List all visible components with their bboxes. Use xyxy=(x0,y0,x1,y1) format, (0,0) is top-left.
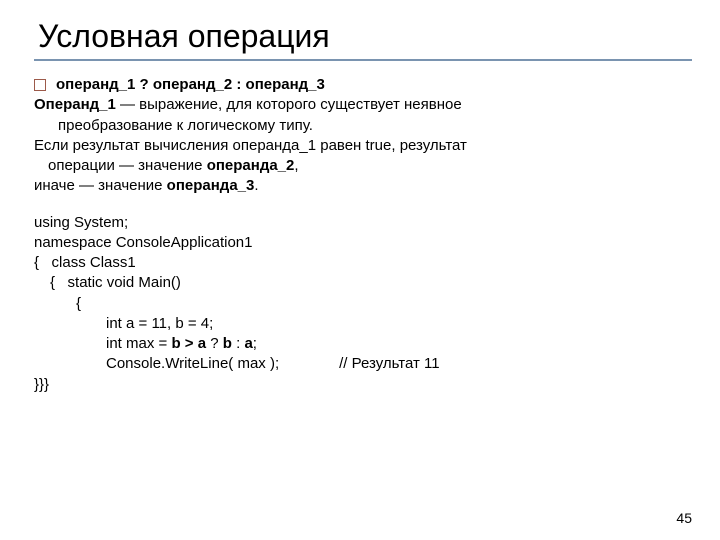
code-l3: { class Class1 xyxy=(34,253,692,273)
desc-5b: операнда_3 xyxy=(167,177,255,194)
code-l4: { static void Main() xyxy=(34,273,692,293)
desc-line-1: Операнд_1 — выражение, для которого суще… xyxy=(34,95,692,115)
code-l4a: { xyxy=(50,274,55,291)
title-underline xyxy=(34,59,692,61)
question-mark: ? xyxy=(135,76,153,93)
c8a: Console.WriteLine( max ); xyxy=(106,355,279,372)
desc-line-3: Если результат вычисления операнда_1 рав… xyxy=(34,136,692,156)
code-l8: Console.WriteLine( max ); // Результат 11 xyxy=(34,354,692,374)
colon-sep: : xyxy=(232,76,245,93)
c7d: b xyxy=(223,335,232,352)
desc-line-2: преобразование к логическому типу. xyxy=(58,116,692,136)
desc-1b: — выражение, для которого существует нея… xyxy=(116,96,462,113)
code-l2: namespace ConsoleApplication1 xyxy=(34,233,692,253)
syntax-line: операнд_1 ? операнд_2 : операнд_3 xyxy=(34,75,692,95)
code-l1: using System; xyxy=(34,213,692,233)
c7a: int max = xyxy=(106,335,171,352)
desc-5c: . xyxy=(254,177,258,194)
code-l4b: static void Main() xyxy=(68,274,181,291)
c7c: ? xyxy=(206,335,223,352)
code-l7: int max = b > a ? b : a; xyxy=(34,334,692,354)
operand-3: операнд_3 xyxy=(246,76,325,93)
code-l5: { xyxy=(34,294,692,314)
code-l6: int a = 11, b = 4; xyxy=(34,314,692,334)
c7b: b > a xyxy=(171,335,206,352)
desc-line-4: операции — значение операнда_2, xyxy=(34,156,692,176)
c8b: // Результат 11 xyxy=(339,355,439,372)
syntax-text: операнд_1 ? операнд_2 : операнд_3 xyxy=(56,75,325,95)
desc-op1: Операнд_1 xyxy=(34,96,116,113)
desc-5a: иначе — значение xyxy=(34,177,167,194)
slide: Условная операция операнд_1 ? операнд_2 … xyxy=(0,0,720,540)
c7g: ; xyxy=(253,335,257,352)
page-number: 45 xyxy=(676,510,692,526)
code-block: using System; namespace ConsoleApplicati… xyxy=(34,213,692,395)
c7f: a xyxy=(244,335,252,352)
code-l3a: { xyxy=(34,254,39,271)
desc-4b: операнда_2 xyxy=(207,157,295,174)
operand-1: операнд_1 xyxy=(56,76,135,93)
slide-title: Условная операция xyxy=(28,18,692,55)
desc-4c: , xyxy=(294,157,298,174)
square-bullet-icon xyxy=(34,79,46,91)
operand-2: операнд_2 xyxy=(153,76,232,93)
code-l3b: class Class1 xyxy=(52,254,136,271)
content-area: операнд_1 ? операнд_2 : операнд_3 Операн… xyxy=(28,75,692,395)
desc-4a: операции — значение xyxy=(48,157,207,174)
desc-line-5: иначе — значение операнда_3. xyxy=(34,176,692,196)
c7e: : xyxy=(232,335,245,352)
code-l9: }}} xyxy=(34,375,692,395)
